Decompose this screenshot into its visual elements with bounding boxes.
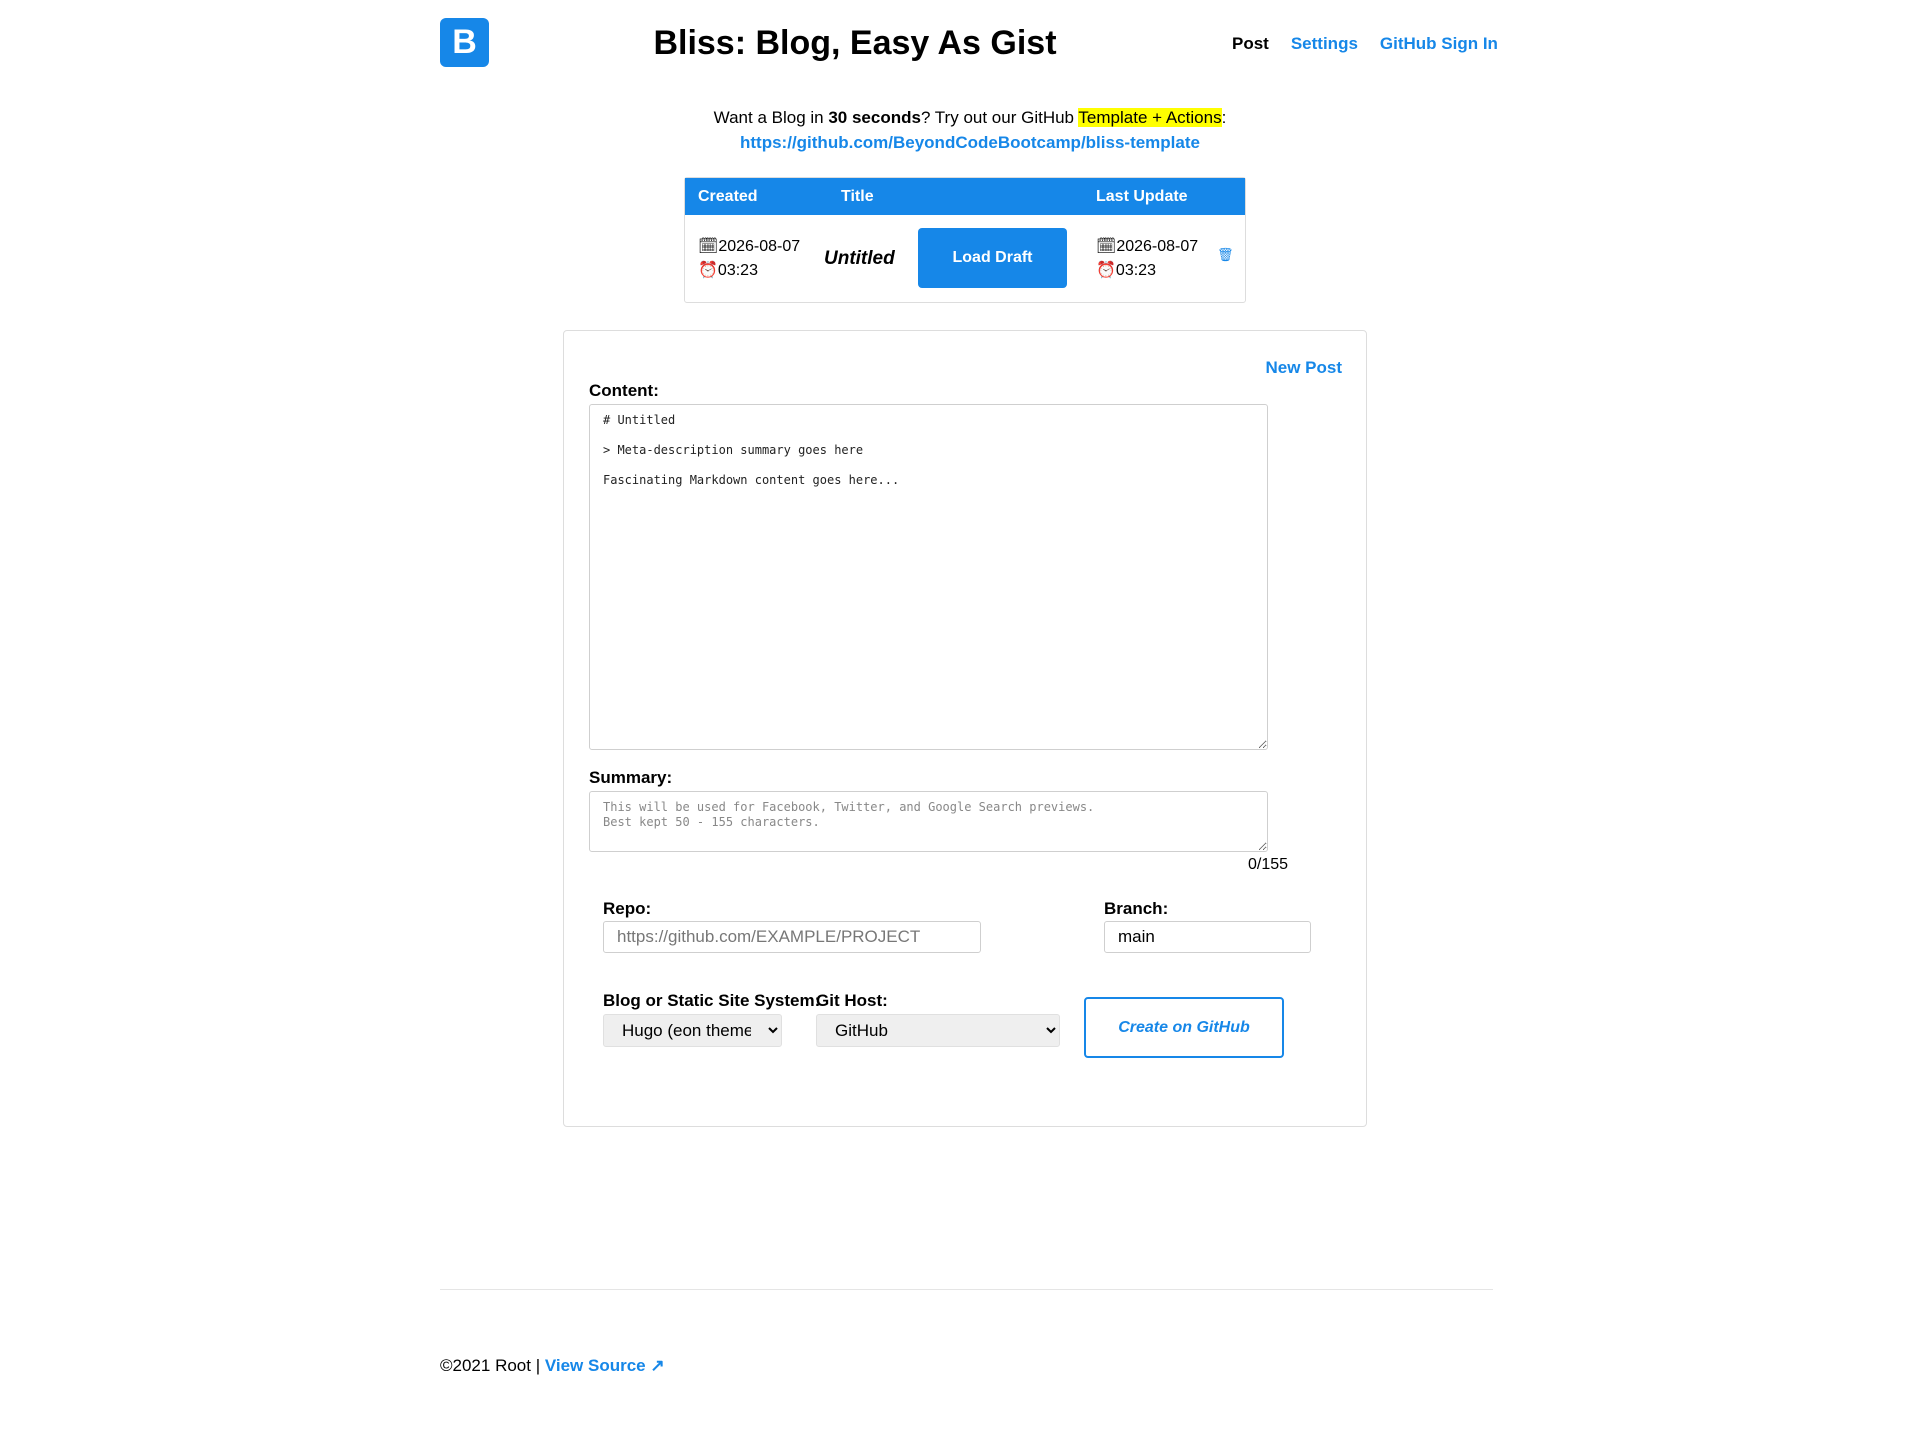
summary-textarea[interactable]	[589, 791, 1268, 852]
view-source-link[interactable]: View Source ↗	[545, 1356, 665, 1375]
footer: ©2021 Root | View Source ↗	[440, 1356, 665, 1376]
footer-divider	[440, 1289, 1493, 1290]
template-link[interactable]: https://github.com/BeyondCodeBootcamp/bl…	[740, 133, 1200, 152]
nav-github-sign-in[interactable]: GitHub Sign In	[1380, 34, 1498, 54]
summary-label: Summary:	[589, 768, 673, 787]
blog-system-select[interactable]: Hugo (eon theme)	[603, 1014, 782, 1047]
load-draft-button[interactable]: Load Draft	[918, 228, 1067, 288]
git-host-label: Git Host:	[816, 991, 888, 1010]
summary-char-count: 0/155	[1248, 856, 1289, 873]
created-cell: 🗓2026-08-07 ⏰03:23	[698, 235, 800, 283]
content-textarea[interactable]: # Untitled > Meta-description summary go…	[589, 404, 1268, 750]
site-title: Bliss: Blog, Easy As Gist	[653, 24, 1057, 62]
promo-bold: 30 seconds	[828, 108, 921, 127]
branch-input[interactable]	[1104, 921, 1311, 953]
content-label: Content:	[589, 381, 659, 400]
branch-label: Branch:	[1104, 899, 1169, 918]
created-time: ⏰03:23	[698, 262, 758, 279]
repo-label: Repo:	[603, 899, 652, 918]
promo-banner: Want a Blog in 30 seconds? Try out our G…	[560, 105, 1380, 155]
col-created: Created	[698, 188, 758, 205]
col-title: Title	[841, 188, 874, 205]
table-row: 🗓2026-08-07 ⏰03:23 Untitled Load Draft 🗓…	[685, 215, 1245, 303]
site-logo[interactable]: B	[440, 18, 489, 67]
updated-date: 🗓2026-08-07	[1096, 238, 1199, 255]
promo-highlight: Template + Actions	[1078, 108, 1222, 127]
editor-card: New Post Content: # Untitled > Meta-desc…	[563, 330, 1367, 1127]
new-post-link[interactable]: New Post	[1265, 358, 1342, 378]
repo-input[interactable]	[603, 921, 981, 953]
create-on-github-button[interactable]: Create on GitHub	[1084, 997, 1284, 1058]
git-host-select[interactable]: GitHub	[816, 1014, 1060, 1047]
drafts-table: Created Title Last Update 🗓2026-08-07 ⏰0…	[684, 177, 1246, 303]
trash-icon[interactable]: 🗑	[1217, 247, 1234, 263]
draft-title: Untitled	[824, 248, 895, 269]
copyright-text: ©2021 Root |	[440, 1356, 545, 1375]
updated-cell: 🗓2026-08-07 ⏰03:23	[1096, 235, 1198, 283]
blog-system-label: Blog or Static Site System:	[603, 991, 821, 1010]
col-last-update: Last Update	[1096, 188, 1188, 205]
drafts-table-header: Created Title Last Update	[685, 178, 1245, 215]
promo-text: Want a Blog in 30 seconds? Try out our G…	[713, 108, 1227, 127]
nav-post[interactable]: Post	[1232, 34, 1269, 54]
created-date: 🗓2026-08-07	[698, 238, 801, 255]
updated-time: ⏰03:23	[1096, 262, 1156, 279]
top-nav: Post Settings GitHub Sign In	[1232, 34, 1498, 54]
nav-settings[interactable]: Settings	[1291, 34, 1358, 54]
